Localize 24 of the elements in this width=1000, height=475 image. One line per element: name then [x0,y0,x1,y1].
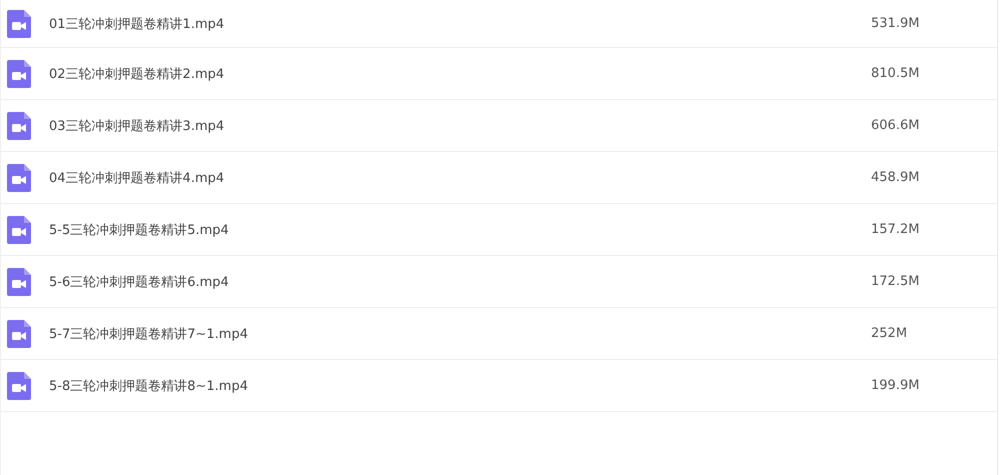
file-name[interactable]: 04三轮冲刺押题卷精讲4.mp4 [49,168,871,186]
file-size: 252M [871,326,908,341]
file-size: 531.9M [871,16,920,31]
file-size: 199.9M [871,378,920,393]
file-name[interactable]: 01三轮冲刺押题卷精讲1.mp4 [49,14,871,32]
video-file-icon [7,60,31,88]
file-size: 810.5M [871,66,920,81]
video-file-icon [7,10,31,38]
video-file-icon [7,216,31,244]
file-name[interactable]: 5-7三轮冲刺押题卷精讲7~1.mp4 [49,324,871,342]
file-size: 458.9M [871,170,920,185]
file-name[interactable]: 5-8三轮冲刺押题卷精讲8~1.mp4 [49,376,871,394]
video-file-icon [7,112,31,140]
video-file-icon [7,320,31,348]
file-name[interactable]: 5-6三轮冲刺押题卷精讲6.mp4 [49,272,871,290]
video-file-icon [7,372,31,400]
file-size: 157.2M [871,222,920,237]
file-name[interactable]: 03三轮冲刺押题卷精讲3.mp4 [49,116,871,134]
file-size: 172.5M [871,274,920,289]
file-name[interactable]: 02三轮冲刺押题卷精讲2.mp4 [49,64,871,82]
file-size: 606.6M [871,118,920,133]
video-file-icon [7,268,31,296]
file-name[interactable]: 5-5三轮冲刺押题卷精讲5.mp4 [49,220,871,238]
video-file-icon [7,164,31,192]
